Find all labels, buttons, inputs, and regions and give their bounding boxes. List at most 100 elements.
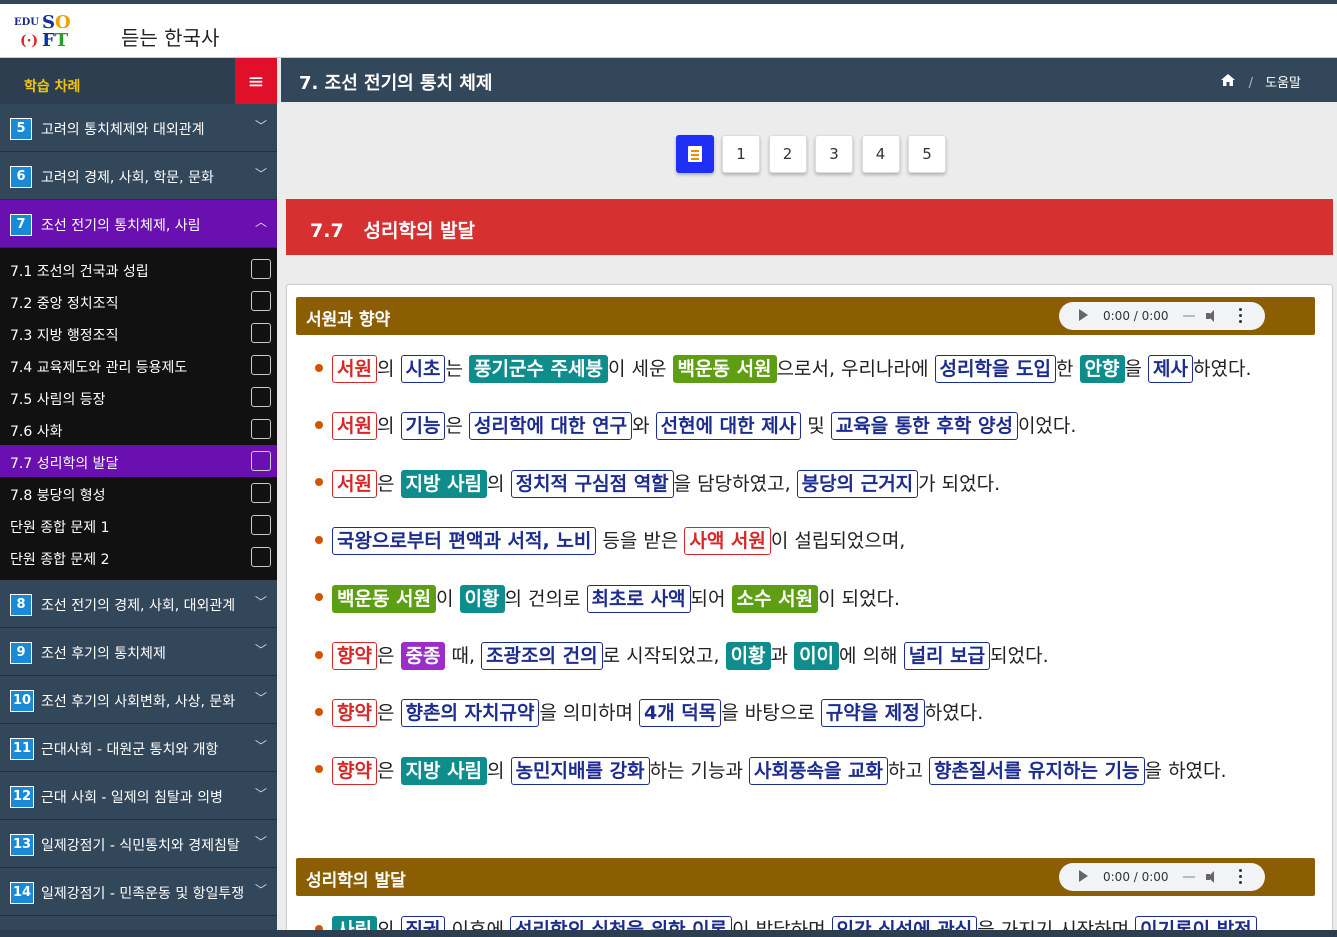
audio-player[interactable]: 0:00 / 0:00 <box>1059 863 1265 891</box>
chapter-item-11[interactable]: 11 근대사회 - 대원군 통치와 개항 ﹀ <box>0 724 277 772</box>
sidebar-subitem[interactable]: 단원 종합 문제 1 <box>0 509 277 541</box>
more-options-icon[interactable] <box>1239 307 1243 325</box>
subitem-label: 7.8 붕당의 형성 <box>10 488 106 504</box>
page-button-2[interactable]: 2 <box>768 135 807 173</box>
text-segment: 은 <box>376 759 401 782</box>
sidebar-subitem[interactable]: 7.5 사림의 등장 <box>0 381 277 413</box>
bullet-line: 서원 은 지방 사림 의 정치적 구심점 역할 을 담당하였고, 붕당의 근거지 가 되… <box>315 469 1000 503</box>
page-button-5[interactable]: 5 <box>908 135 946 173</box>
page-index-button[interactable] <box>676 135 714 173</box>
subitem-checkbox[interactable] <box>251 547 271 567</box>
sidebar-subitem[interactable]: 7.6 사화 <box>0 413 277 445</box>
highlight-term: 안향 <box>1079 355 1125 383</box>
highlight-term: 향약 <box>332 642 377 670</box>
sidebar-subitem[interactable]: 7.3 지방 행정조직 <box>0 317 277 349</box>
chapter-item-12[interactable]: 12 근대 사회 - 일제의 침탈과 의병 ﹀ <box>0 772 277 820</box>
volume-icon[interactable] <box>1205 870 1219 884</box>
highlight-term: 서원 <box>332 412 377 441</box>
play-icon[interactable] <box>1079 870 1088 882</box>
highlight-term: 서원 <box>332 469 377 498</box>
subitem-checkbox[interactable] <box>251 451 271 471</box>
subitem-checkbox[interactable] <box>251 323 271 343</box>
chapter-label: 일제강점기 - 식민통치와 경제침탈 <box>41 838 240 854</box>
edusoft-logo[interactable]: EDU SO (·) FT <box>14 14 76 54</box>
home-icon[interactable] <box>1220 73 1236 91</box>
chapter-label: 일제강점기 - 민족운동 및 항일투쟁 <box>41 886 245 902</box>
chevron-down-icon[interactable]: ﹀ <box>255 165 267 182</box>
sidebar-subitem[interactable]: 7.4 교육제도와 관리 등용제도 <box>0 349 277 381</box>
bullet-icon <box>315 593 323 602</box>
subitem-checkbox[interactable] <box>251 387 271 407</box>
sidebar-heading: 학습 차례 <box>24 79 81 95</box>
highlight-term: 정치적 구심점 역할 <box>510 469 674 498</box>
play-icon[interactable] <box>1079 309 1088 321</box>
highlight-term: 이황 <box>725 642 771 670</box>
highlight-term: 향촌질서를 유지하는 기능 <box>929 756 1145 785</box>
text-segment: 하였다. <box>1193 358 1252 380</box>
highlight-term: 국왕으로부터 편액과 서적, 노비 <box>332 527 597 556</box>
subitem-checkbox[interactable] <box>251 483 271 503</box>
bullet-icon <box>315 650 323 659</box>
highlight-term: 백운동 서원 <box>332 584 437 613</box>
volume-icon[interactable] <box>1205 309 1219 323</box>
page-button-3[interactable]: 3 <box>815 135 853 173</box>
text-segment: 되어 <box>690 587 732 610</box>
highlight-term: 이이 <box>794 642 840 670</box>
audio-progress[interactable] <box>1183 315 1195 317</box>
chevron-down-icon[interactable]: ﹀ <box>255 689 267 706</box>
sidebar-subitem[interactable]: 7.1 조선의 건국과 성립 <box>0 253 277 285</box>
audio-player[interactable]: 0:00 / 0:00 <box>1059 302 1265 330</box>
chapter-item-10[interactable]: 10 조선 후기의 사회변화, 사상, 문화 ﹀ <box>0 676 277 724</box>
help-link[interactable]: 도움말 <box>1265 76 1301 91</box>
chapter-item-8[interactable]: 8 조선 전기의 경제, 사회, 대외관계 ﹀ <box>0 580 277 628</box>
content-header: 7. 조선 전기의 통치 체제 / 도움말 <box>281 58 1337 102</box>
text-segment: 을 담당하였고, <box>673 472 797 495</box>
sidebar-subitem[interactable]: 7.7 성리학의 발달 <box>0 445 277 477</box>
subitem-checkbox[interactable] <box>251 355 271 375</box>
hamburger-menu-button[interactable]: ≡ <box>235 58 277 104</box>
bullet-icon <box>315 363 323 372</box>
chapter-number: 6 <box>10 166 32 188</box>
chapter-item-7[interactable]: 7 조선 전기의 통치체제, 사림 ︿ <box>0 200 277 248</box>
chapter-number: 10 <box>10 690 35 712</box>
chapter-item-13[interactable]: 13 일제강점기 - 식민통치와 경제침탈 ﹀ <box>0 820 277 868</box>
top-header: EDU SO (·) FT 듣는 한국사 <box>0 0 1337 58</box>
chapter-label: 조선 후기의 통치체제 <box>41 646 166 662</box>
subitem-label: 7.3 지방 행정조직 <box>10 328 119 344</box>
audio-progress[interactable] <box>1183 876 1195 878</box>
chevron-down-icon[interactable]: ﹀ <box>255 117 267 134</box>
page-button-1[interactable]: 1 <box>722 135 760 173</box>
chevron-down-icon[interactable]: ﹀ <box>255 881 267 898</box>
text-segment: 한 <box>1056 358 1080 380</box>
sidebar-subitem[interactable]: 7.8 붕당의 형성 <box>0 477 277 509</box>
sidebar: 학습 차례 ≡ 5 고려의 통치체제와 대외관계 ﹀ 6 고려의 경제, 사회, 학문,… <box>0 58 277 937</box>
subitem-checkbox[interactable] <box>251 291 271 311</box>
logo-ft: FT <box>42 32 68 50</box>
sidebar-subitem[interactable]: 단원 종합 문제 2 <box>0 541 277 573</box>
chapter-number: 7 <box>10 214 32 236</box>
highlight-term: 향촌의 자치규약 <box>400 699 540 728</box>
more-options-icon[interactable] <box>1239 868 1243 886</box>
page-button-4[interactable]: 4 <box>861 135 900 173</box>
chevron-down-icon[interactable]: ﹀ <box>255 593 267 610</box>
bullet-line: 향약 은 중종 때, 조광조의 건의 로 시작되었고, 이황 과 이이 에 의해 널리 … <box>315 641 1049 675</box>
chevron-down-icon[interactable]: ﹀ <box>255 737 267 754</box>
chevron-down-icon[interactable]: ﹀ <box>255 641 267 658</box>
subitem-checkbox[interactable] <box>251 515 271 535</box>
chevron-up-icon[interactable]: ︿ <box>255 213 267 230</box>
chevron-down-icon[interactable]: ﹀ <box>255 833 267 850</box>
subitem-checkbox[interactable] <box>251 419 271 439</box>
chapter-item-6[interactable]: 6 고려의 경제, 사회, 학문, 문화 ﹀ <box>0 152 277 200</box>
text-segment: 이 세운 <box>607 358 673 380</box>
sidebar-subitem[interactable]: 7.2 중앙 정치조직 <box>0 285 277 317</box>
chevron-down-icon[interactable]: ﹀ <box>255 785 267 802</box>
bullet-line: 서원 의 시초 는 풍기군수 주세붕 이 세운 백운동 서원 으로서, 우리나라에 성리… <box>315 354 1251 388</box>
chapter-item-5[interactable]: 5 고려의 통치체제와 대외관계 ﹀ <box>0 104 277 152</box>
chapter-item-14[interactable]: 14 일제강점기 - 민족운동 및 항일투쟁 ﹀ <box>0 868 277 916</box>
chapter-label: 조선 후기의 사회변화, 사상, 문화 <box>41 694 236 710</box>
chapter-item-9[interactable]: 9 조선 후기의 통치체제 ﹀ <box>0 628 277 676</box>
bullet-icon <box>315 707 323 716</box>
subitem-checkbox[interactable] <box>251 259 271 279</box>
section-heading: 성리학의 발달 <box>306 871 406 891</box>
subitem-label: 7.7 성리학의 발달 <box>10 456 119 472</box>
